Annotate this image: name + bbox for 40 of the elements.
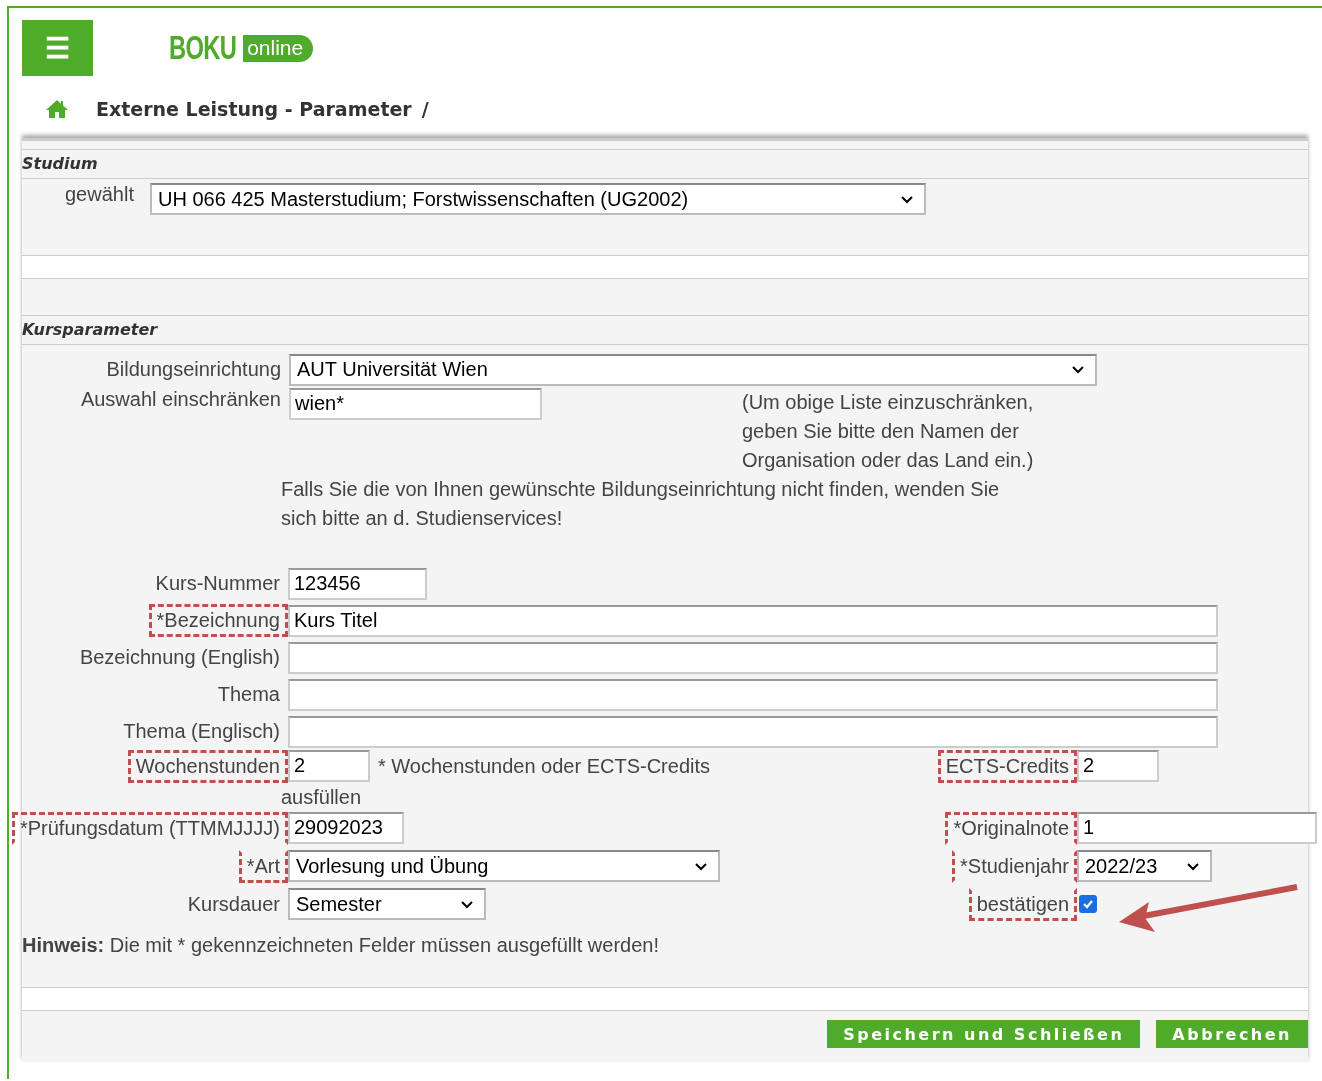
field-label: Kursdauer bbox=[186, 892, 281, 917]
input-field[interactable] bbox=[288, 678, 1218, 711]
chevron-down-icon bbox=[899, 194, 914, 204]
input-field[interactable]: Kurs Titel bbox=[288, 604, 1218, 637]
input-field[interactable]: 1 bbox=[1077, 812, 1317, 844]
hint-text: (Um obige Liste einzuschränken, geben Sie bitte den Namen der Organisation oder das Land ein.) bbox=[742, 390, 1035, 473]
field-label: gewählt bbox=[65, 183, 134, 206]
section-heading: Kursparameter bbox=[22, 320, 158, 339]
chevron-down-icon bbox=[1071, 365, 1085, 374]
chevron-down-icon bbox=[694, 861, 708, 871]
input-field[interactable]: 2 bbox=[1077, 750, 1159, 782]
field-label: Thema bbox=[216, 682, 281, 707]
input-field[interactable]: wien* bbox=[289, 388, 542, 420]
field-label: Kurs-Nummer bbox=[154, 571, 281, 596]
section-heading: Studium bbox=[22, 154, 98, 173]
field-label: Bezeichnung (English) bbox=[78, 645, 281, 670]
notice-text: Falls Sie die von Ihnen gewünschte Bildungseinrichtung nicht finden, wenden Sie sich bitte an d. Studienservices! bbox=[281, 477, 1001, 531]
field-label: bestätigen bbox=[968, 888, 1077, 921]
input-field[interactable]: 123456 bbox=[288, 567, 427, 600]
select-field[interactable]: 2022/23 bbox=[1077, 850, 1212, 882]
field-label: Thema (Englisch) bbox=[122, 719, 281, 744]
note-text: ausfüllen bbox=[281, 785, 362, 810]
input-field[interactable]: 29092023 bbox=[288, 812, 404, 844]
chevron-down-icon bbox=[1186, 861, 1200, 871]
field-label: Bildungseinrichtung bbox=[105, 358, 282, 381]
chevron-down-icon bbox=[460, 899, 474, 909]
select-field[interactable]: Vorlesung und Übung bbox=[288, 850, 720, 882]
note-text: * Wochenstunden oder ECTS-Credits bbox=[378, 754, 710, 779]
breadcrumb-separator: / bbox=[421, 98, 429, 120]
hint-text: Hinweis: Die mit * gekennzeichneten Felder müssen ausgefüllt werden! bbox=[22, 934, 660, 957]
study-select[interactable]: UH 066 425 Masterstudium; Forstwissenschaften (UG2002) bbox=[149, 183, 926, 215]
input-field[interactable] bbox=[288, 641, 1218, 674]
home-icon[interactable] bbox=[45, 99, 69, 119]
input-field[interactable]: 2 bbox=[288, 750, 370, 782]
institution-select[interactable]: AUT Universität Wien bbox=[289, 353, 1097, 386]
input-field[interactable] bbox=[288, 715, 1218, 748]
page-title: Externe Leistung - Parameter bbox=[96, 98, 412, 120]
select-field[interactable]: Semester bbox=[288, 888, 486, 920]
checkbox[interactable] bbox=[1079, 895, 1097, 913]
field-label: Auswahl einschränken bbox=[79, 388, 282, 411]
